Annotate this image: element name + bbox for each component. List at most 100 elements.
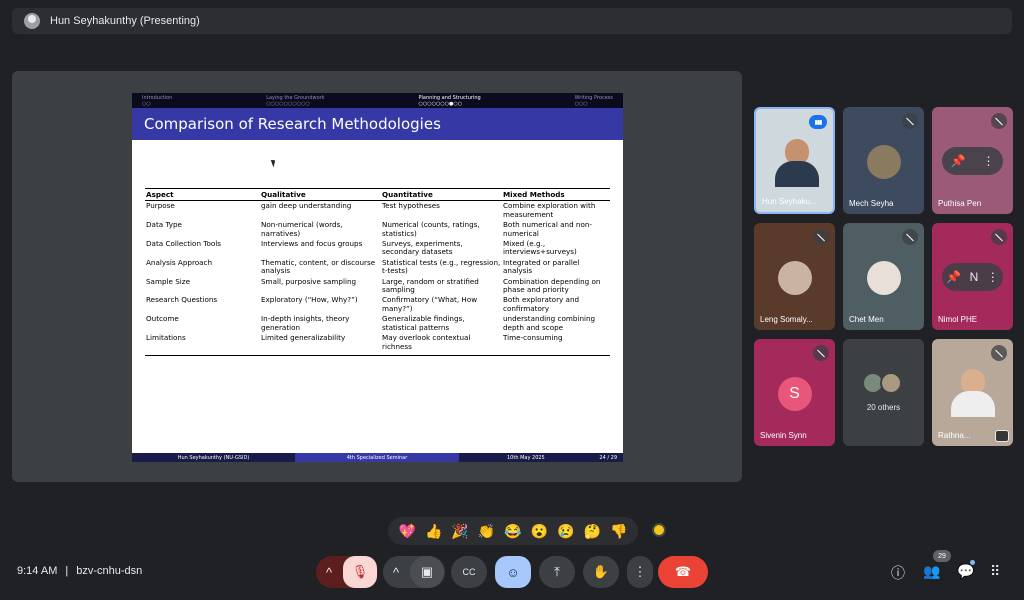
slide-title-bar: Comparison of Research Methodologies [132,108,623,140]
table-cell: Test hypotheses [382,201,440,211]
captions-button[interactable]: CC [451,556,487,588]
reaction-thumbs-up-icon[interactable]: 👍 [425,524,442,538]
table-cell: gain deep understanding [261,201,352,211]
slide: Introduction ○○ Laying the Groundwork ○○… [132,93,623,462]
table-row: Research Questions Exploratory (“How, Wh… [145,295,610,314]
table-cell: Mixed (e.g., interviews+surveys) [503,239,577,257]
more-vert-icon[interactable]: ⋮ [987,270,999,284]
nav-dots: ○○○ [574,101,588,107]
camera-toggle-button[interactable]: ▣ [410,556,444,588]
table-cell: Exploratory (“How, Why?”) [261,295,358,305]
reaction-sad-icon[interactable]: 😢 [557,524,574,538]
avatar [866,145,901,179]
slide-nav-section-groundwork: Laying the Groundwork ○○○○○○○○○○ [266,95,324,108]
reaction-clap-icon[interactable]: 👏 [478,524,495,538]
participant-name: Chet Men [849,315,884,324]
participant-tile-hun[interactable]: ▮▮▮ Hun Seyhaku... [754,107,835,214]
nav-dots: ○○○○○○○○○○ [266,101,310,107]
slide-title: Comparison of Research Methodologies [144,115,441,133]
table-cell: Large, random or stratified sampling [382,276,479,295]
mic-off-icon [902,113,918,129]
table-cell: Integrated or parallel analysis [503,257,580,276]
table-row: Sample Size Small, purposive sampling La… [145,277,610,296]
table-cell: In-depth insights, theory generation [261,314,350,332]
leave-call-button[interactable]: ☎ [658,556,708,588]
chevron-up-icon: ^ [393,564,400,580]
more-vert-icon[interactable]: ⋮ [982,154,994,168]
reaction-party-icon[interactable]: 🎉 [451,524,468,538]
participant-tile-leng[interactable]: Leng Somaly... [754,223,835,330]
table-cell: Non-numerical (words, narratives) [261,220,343,238]
presenter-name: Hun Seyhakunthy (Presenting) [50,15,200,27]
chat-icon[interactable]: 💬 [957,563,974,580]
participant-tile-mech[interactable]: Mech Seyha [843,107,924,214]
present-screen-icon: ⤒ [554,564,560,579]
others-avatars [862,372,902,394]
participant-tile-chet[interactable]: Chet Men [843,223,924,330]
pin-icon[interactable]: 📌 [946,270,961,284]
participant-tile-others[interactable]: 20 others [843,339,924,446]
pin-icon[interactable]: 📌 [951,154,966,168]
table-cell: Data Collection Tools [146,239,221,249]
participant-tile-puthisa[interactable]: 📌 ⋮ Puthisa Pen [932,107,1013,214]
footer-author: Hun Seyhakunthy (NU-GSID) [132,453,295,462]
meeting-code: bzv-cnhu-dsn [76,565,143,577]
chevron-up-icon: ^ [326,564,333,580]
emoji-button[interactable]: ☺ [495,556,531,588]
reaction-surprised-icon[interactable]: 😮 [531,524,548,538]
slide-nav: Introduction ○○ Laying the Groundwork ○○… [132,93,623,108]
mouse-cursor-icon [270,158,278,168]
mic-off-icon [991,229,1007,245]
reaction-laugh-icon[interactable]: 😂 [504,524,521,538]
table-row: Analysis Approach Thematic, content, or … [145,258,610,277]
more-vert-icon: ⋮ [633,564,647,579]
participant-tile-sivenin[interactable]: S Sivenin Synn [754,339,835,446]
raise-hand-button[interactable]: ✋ [583,556,619,588]
footer-event: 4th Specialized Seminar [295,453,459,462]
participant-name: Hun Seyhaku... [762,197,817,206]
table-cell: Purpose [146,201,175,211]
slide-nav-section-introduction: Introduction ○○ [142,95,172,108]
table-cell: Data Type [146,220,182,230]
mic-off-icon [813,345,829,361]
table-cell: Confirmatory (“What, How many?”) [382,295,478,313]
chat-notification-dot [970,560,975,565]
table-cell: Surveys, experiments, secondary datasets [382,239,463,257]
reaction-heart-icon[interactable]: 💖 [399,524,416,538]
footer-date-page: 10th May 2025 24 / 29 [459,453,623,462]
skin-tone-button[interactable] [652,523,666,537]
tile-hover-controls[interactable]: 📌 N ⋮ [942,263,1003,291]
camera-icon: ▣ [420,564,434,579]
present-button[interactable]: ⤒ [539,556,575,588]
table-cell: May overlook contextual richness [381,333,502,356]
tile-hover-controls[interactable]: 📌 ⋮ [942,147,1003,175]
table-header: Quantitative [381,187,502,202]
table-row: Data Collection Tools Interviews and foc… [145,239,610,258]
comparison-table: Aspect Qualitative Quantitative Mixed Me… [145,187,610,356]
table-cell: Analysis Approach [146,257,213,267]
meeting-separator: | [65,565,69,577]
table-row: Outcome In-depth insights, theory genera… [145,314,610,333]
table-cell: Generalizable findings, statistical patt… [382,314,465,332]
mic-off-icon [813,229,829,245]
people-icon[interactable]: 👥 [923,563,940,580]
table-cell: Limitations [145,333,260,356]
reaction-thumbs-down-icon[interactable]: 👎 [610,524,627,538]
picture-in-picture-icon[interactable] [995,430,1009,442]
table-cell: Interviews and focus groups [261,239,363,249]
table-header: Qualitative [260,187,381,202]
participant-tile-rathna[interactable]: Rathna... [932,339,1013,446]
more-options-button[interactable]: ⋮ [627,556,653,588]
slide-nav-section-writing: Writing Process ○○○ [575,95,613,108]
table-row: Limitations Limited generalizability May… [145,333,610,356]
apps-grid-icon[interactable]: ⠿ [990,563,1000,580]
emoji-icon: ☺ [506,564,520,580]
reaction-thinking-icon[interactable]: 🤔 [584,524,601,538]
slide-nav-section-planning: Planning and Structuring ○○○○○○○●○○ [419,95,481,108]
mic-toggle-button[interactable]: 🎙 [343,556,377,588]
slide-footer: Hun Seyhakunthy (NU-GSID) 4th Specialize… [132,453,623,462]
meeting-details-icon[interactable]: ⓘ [891,563,905,583]
participant-tile-nimol[interactable]: 📌 N ⋮ Nimol PHE [932,223,1013,330]
table-header: Mixed Methods [502,187,610,202]
table-cell: Thematic, content, or discourse analysis [261,257,376,276]
